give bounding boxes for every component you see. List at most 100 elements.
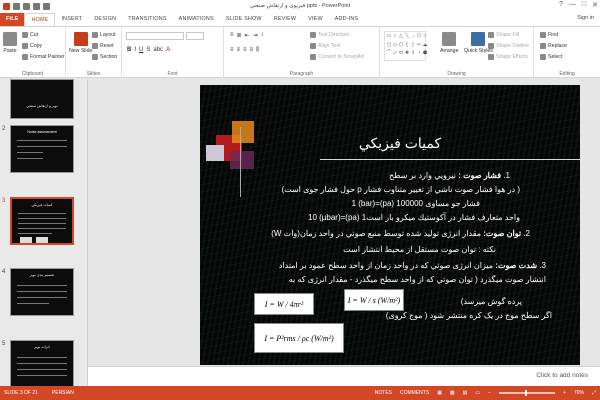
font-size-field[interactable] [186,32,204,40]
arrange-icon [442,32,457,46]
bullets-icon[interactable]: ≡ [230,32,234,39]
shape-effects-button[interactable]: Shape Effects [488,54,528,60]
bold-icon[interactable]: B [127,47,131,53]
paste-button[interactable]: Paste [3,32,17,54]
slide-thumbnail[interactable]: تقسيم بندی نويز [10,268,74,316]
bullets-row: ≡ ≣ ⇤ ⇥ ↕ [230,32,264,39]
shadow-icon[interactable]: S [146,47,150,53]
ribbon: Paste Cut Copy Format Painter Clipboard … [0,26,600,78]
quick-styles-icon [471,32,486,46]
formula-intensity-sphere: I = W / 4πr² [254,293,314,315]
slideshow-view-icon[interactable]: ▭ [475,390,480,396]
notes-toggle[interactable]: NOTES [375,390,392,396]
layout-button[interactable]: Layout [92,32,116,38]
editing-group: Find Replace Select Editing [534,27,600,78]
numbering-icon[interactable]: ≣ [237,32,242,39]
font-color-icon[interactable]: A [166,47,170,53]
slide-text-line: اگر سطح موج در يک كره منتشر شود ( موج كر… [385,311,552,320]
decorative-square-orange [232,121,254,143]
sign-in-link[interactable]: Sign in [577,15,594,21]
slide-text-line: ( در هوا فشار صوت ناشي از تغيير متناوب ف… [281,185,520,194]
replace-button[interactable]: Replace [540,43,567,49]
strikethrough-icon[interactable]: abc [153,47,163,53]
align-right-icon[interactable]: ≡ [243,47,247,54]
tab-add-ins[interactable]: ADD-INS [329,13,365,26]
reading-view-icon[interactable]: ▤ [463,390,468,396]
zoom-in-icon[interactable]: + [563,390,566,396]
shapes-gallery[interactable]: ▭ ○ △ ╲ → ⬠ ☆ ▢ ◇ ⬡{} ⇨ ☁ ⌒ ▱ ⬭ ✚ ⇧ ◔ ⬢ [384,31,428,61]
font-group: B I U Sabc A Font [122,27,224,78]
shape-fill-button[interactable]: Shape Fill [488,32,519,38]
layout-icon [92,32,98,38]
decrease-indent-icon[interactable]: ⇤ [245,32,250,39]
notes-placeholder[interactable]: Click to add notes [536,372,588,379]
replace-icon [540,43,546,49]
drawing-group: ▭ ○ △ ╲ → ⬠ ☆ ▢ ◇ ⬡{} ⇨ ☁ ⌒ ▱ ⬭ ✚ ⇧ ◔ ⬢ Arrange Quick St… [380,27,534,78]
zoom-level[interactable]: 70% [574,390,584,396]
columns-icon[interactable]: ⫼ [256,47,259,54]
tab-design[interactable]: DESIGN [88,13,122,26]
clipboard-label: Clipboard [21,71,44,77]
text-direction-button[interactable]: Text Direction [310,32,349,38]
font-name-field[interactable] [126,32,184,40]
paint-bucket-icon [488,32,494,38]
tab-home[interactable]: HOME [24,13,56,26]
text-direction-icon [310,32,316,38]
select-button[interactable]: Select [540,54,562,60]
slide-editing-area[interactable]: كميات فيزيكي 1. فشار صوت : نيرويي وارد ب… [88,79,600,366]
tab-transitions[interactable]: TRANSITIONS [122,13,172,26]
slides-group: New Slide Layout Reset Section Slides [66,27,122,78]
help-button[interactable]: ? [559,1,563,9]
pen-icon [488,43,494,49]
cut-button[interactable]: Cut [22,32,38,38]
slide-sorter-icon[interactable]: ▦ [450,390,455,396]
zoom-out-icon[interactable]: − [488,390,491,396]
align-left-icon[interactable]: ≡ [230,47,234,54]
arrange-button[interactable]: Arrange [440,32,458,54]
language-indicator[interactable]: PERSIAN [52,390,74,396]
maximize-button[interactable]: □ [582,1,586,9]
minimize-button[interactable]: — [569,1,576,9]
format-painter-button[interactable]: Format Painter [22,54,64,60]
tab-slide-show[interactable]: SLIDE SHOW [220,13,268,26]
slide-thumbnail[interactable]: Noise assessment [10,125,74,173]
normal-view-icon[interactable]: ▣ [437,390,442,396]
copy-button[interactable]: Copy [22,43,42,49]
slide-thumbnail-panel[interactable]: نويز و ارتقاش صنعتي 2 Noise assessment 3… [0,79,88,386]
justify-icon[interactable]: ≡ [250,47,254,54]
slide-number: 3 [2,198,6,204]
slide-title: كميات فيزيكي [358,135,442,151]
slide-thumbnail[interactable]: نويز و ارتقاش صنعتي [10,79,74,119]
title-bar: فيزيوی و ارتقاش صنعتي.pptx - PowerPoint … [0,0,600,12]
slide-thumbnail[interactable]: اثرات نويز [10,340,74,386]
italic-icon[interactable]: I [134,47,136,53]
underline-icon[interactable]: U [139,47,143,53]
tab-animations[interactable]: ANIMATIONS [173,13,220,26]
reset-button[interactable]: Reset [92,43,114,49]
fit-slide-icon[interactable]: ⤢ [592,390,596,396]
find-button[interactable]: Find [540,32,558,38]
comments-toggle[interactable]: COMMENTS [400,390,429,396]
tab-review[interactable]: REVIEW [268,13,302,26]
formula-intensity-area: I = W / s (W/m²) [344,289,404,311]
new-slide-button[interactable]: New Slide [69,32,92,54]
increase-indent-icon[interactable]: ⇥ [253,32,258,39]
line-spacing-icon[interactable]: ↕ [261,32,264,39]
tab-view[interactable]: VIEW [302,13,329,26]
decorative-square-purple [230,151,254,169]
slide-thumbnail-selected[interactable]: كميات فيزيكي [10,197,74,245]
tab-file[interactable]: FILE [0,13,25,26]
ribbon-tabs: FILE HOME INSERT DESIGN TRANSITIONS ANIM… [0,12,600,26]
slide-text-line: 2. توان صوت: مقدار انرژی توليد شده توسط … [271,229,530,238]
notes-pane[interactable]: Click to add notes [88,366,600,386]
align-text-button[interactable]: Align Text [310,43,340,49]
shape-outline-button[interactable]: Shape Outline [488,43,529,49]
slide-canvas[interactable]: كميات فيزيكي 1. فشار صوت : نيرويي وارد ب… [200,85,580,365]
convert-smartart-button[interactable]: Convert to SmartArt [310,54,364,60]
zoom-slider[interactable] [499,390,556,396]
close-button[interactable]: ✕ [592,1,598,9]
align-center-icon[interactable]: ≡ [237,47,241,54]
effects-icon [488,54,494,60]
tab-insert[interactable]: INSERT [55,13,88,26]
section-button[interactable]: Section [92,54,117,60]
